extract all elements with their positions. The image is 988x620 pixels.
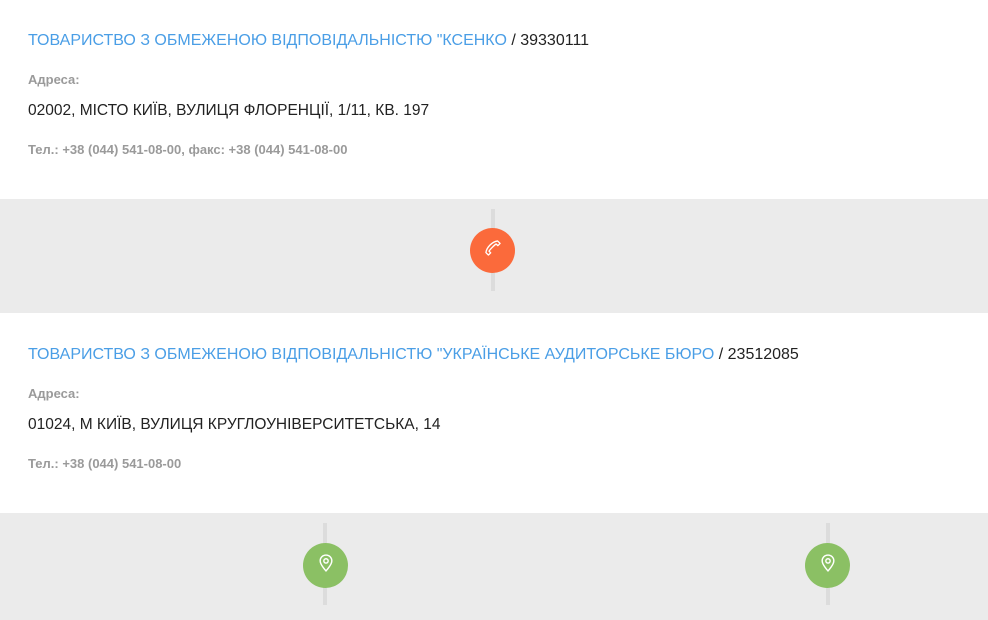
phone-info: Тел.: +38 (044) 541-08-00, факс: +38 (04… <box>28 142 348 157</box>
address-value: 01024, М КИЇВ, ВУЛИЦЯ КРУГЛОУНІВЕРСИТЕТС… <box>28 416 441 433</box>
company-name-link[interactable]: ТОВАРИСТВО З ОБМЕЖЕНОЮ ВІДПОВІДАЛЬНІСТЮ … <box>28 346 714 363</box>
company-code: 23512085 <box>727 346 799 363</box>
address-label: Адреса: <box>28 72 80 87</box>
company-name-link[interactable]: ТОВАРИСТВО З ОБМЕЖЕНОЮ ВІДПОВІДАЛЬНІСТЮ … <box>28 32 507 49</box>
company-title-line: ТОВАРИСТВО З ОБМЕЖЕНОЮ ВІДПОВІДАЛЬНІСТЮ … <box>28 345 799 365</box>
title-separator: / <box>714 346 728 363</box>
phone-link-button[interactable] <box>470 228 515 273</box>
connector-band <box>0 199 988 313</box>
location-link-button[interactable] <box>303 543 348 588</box>
connector-band <box>0 513 988 620</box>
phone-icon <box>483 238 503 263</box>
phone-info: Тел.: +38 (044) 541-08-00 <box>28 456 182 471</box>
address-value: 02002, МІСТО КИЇВ, ВУЛИЦЯ ФЛОРЕНЦІЇ, 1/1… <box>28 102 430 119</box>
company-title-line: ТОВАРИСТВО З ОБМЕЖЕНОЮ ВІДПОВІДАЛЬНІСТЮ … <box>28 31 589 51</box>
title-separator: / <box>506 32 521 49</box>
company-card: ТОВАРИСТВО З ОБМЕЖЕНОЮ ВІДПОВІДАЛЬНІСТЮ … <box>0 313 988 513</box>
location-link-button[interactable] <box>805 543 850 588</box>
map-pin-icon <box>818 553 838 578</box>
map-pin-icon <box>316 553 336 578</box>
company-card: ТОВАРИСТВО З ОБМЕЖЕНОЮ ВІДПОВІДАЛЬНІСТЮ … <box>0 0 988 199</box>
address-label: Адреса: <box>28 386 80 401</box>
company-code: 39330111 <box>520 32 590 49</box>
